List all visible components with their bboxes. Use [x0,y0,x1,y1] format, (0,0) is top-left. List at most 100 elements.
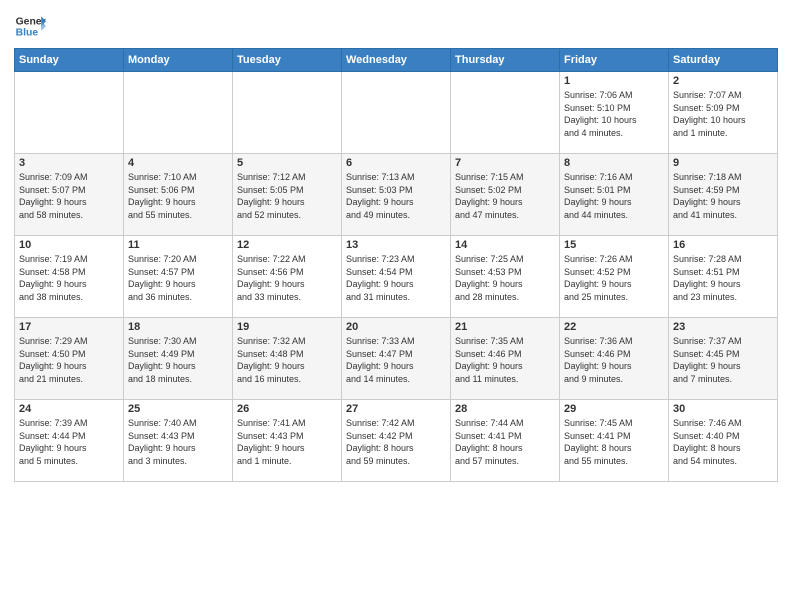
calendar-cell: 12 Sunrise: 7:22 AM Sunset: 4:56 PM Dayli… [233,236,342,318]
day-info: Sunrise: 7:25 AM Sunset: 4:53 PM Dayligh… [455,253,555,303]
calendar-cell: 14 Sunrise: 7:25 AM Sunset: 4:53 PM Dayli… [451,236,560,318]
day-info: Sunrise: 7:45 AM Sunset: 4:41 PM Dayligh… [564,417,664,467]
calendar-cell: 7Sunrise: 7:15 AM Sunset: 5:02 PM Daylig… [451,154,560,236]
calendar-cell: 3Sunrise: 7:09 AM Sunset: 5:07 PM Daylig… [15,154,124,236]
calendar-cell: 21 Sunrise: 7:35 AM Sunset: 4:46 PM Dayli… [451,318,560,400]
weekday-header: Tuesday [233,49,342,72]
calendar-header-row: SundayMondayTuesdayWednesdayThursdayFrid… [15,49,778,72]
calendar-cell: 10Sunrise: 7:19 AM Sunset: 4:58 PM Dayli… [15,236,124,318]
day-info: Sunrise: 7:13 AM Sunset: 5:03 PM Dayligh… [346,171,446,221]
calendar-week-row: 1 Sunrise: 7:06 AM Sunset: 5:10 PM Daylig… [15,72,778,154]
page: General Blue SundayMondayTuesdayWednesda… [0,0,792,612]
calendar-cell: 24Sunrise: 7:39 AM Sunset: 4:44 PM Dayli… [15,400,124,482]
calendar-cell: 28 Sunrise: 7:44 AM Sunset: 4:41 PM Dayli… [451,400,560,482]
calendar-cell [342,72,451,154]
calendar-week-row: 17 Sunrise: 7:29 AM Sunset: 4:50 PM Dayli… [15,318,778,400]
day-info: Sunrise: 7:33 AM Sunset: 4:47 PM Dayligh… [346,335,446,385]
day-number: 2 [673,75,773,87]
day-number: 18 [128,321,228,333]
calendar-cell: 2Sunrise: 7:07 AM Sunset: 5:09 PM Daylig… [669,72,778,154]
calendar-cell [451,72,560,154]
day-number: 9 [673,157,773,169]
day-number: 8 [564,157,664,169]
day-info: Sunrise: 7:20 AM Sunset: 4:57 PM Dayligh… [128,253,228,303]
day-info: Sunrise: 7:44 AM Sunset: 4:41 PM Dayligh… [455,417,555,467]
calendar-cell: 15 Sunrise: 7:26 AM Sunset: 4:52 PM Dayli… [560,236,669,318]
svg-text:Blue: Blue [16,28,39,39]
day-info: Sunrise: 7:12 AM Sunset: 5:05 PM Dayligh… [237,171,337,221]
calendar-week-row: 10Sunrise: 7:19 AM Sunset: 4:58 PM Dayli… [15,236,778,318]
calendar-cell: 16Sunrise: 7:28 AM Sunset: 4:51 PM Dayli… [669,236,778,318]
day-info: Sunrise: 7:29 AM Sunset: 4:50 PM Dayligh… [19,335,119,385]
weekday-header: Saturday [669,49,778,72]
calendar-week-row: 3Sunrise: 7:09 AM Sunset: 5:07 PM Daylig… [15,154,778,236]
calendar-cell: 26 Sunrise: 7:41 AM Sunset: 4:43 PM Dayli… [233,400,342,482]
day-info: Sunrise: 7:30 AM Sunset: 4:49 PM Dayligh… [128,335,228,385]
logo-icon: General Blue [14,10,46,42]
day-number: 1 [564,75,664,87]
calendar-cell: 20 Sunrise: 7:33 AM Sunset: 4:47 PM Dayli… [342,318,451,400]
calendar-cell: 11 Sunrise: 7:20 AM Sunset: 4:57 PM Dayli… [124,236,233,318]
day-number: 21 [455,321,555,333]
day-number: 15 [564,239,664,251]
day-info: Sunrise: 7:22 AM Sunset: 4:56 PM Dayligh… [237,253,337,303]
day-info: Sunrise: 7:36 AM Sunset: 4:46 PM Dayligh… [564,335,664,385]
day-info: Sunrise: 7:42 AM Sunset: 4:42 PM Dayligh… [346,417,446,467]
day-number: 27 [346,403,446,415]
day-number: 22 [564,321,664,333]
calendar-cell: 29 Sunrise: 7:45 AM Sunset: 4:41 PM Dayli… [560,400,669,482]
calendar-cell: 17 Sunrise: 7:29 AM Sunset: 4:50 PM Dayli… [15,318,124,400]
day-number: 29 [564,403,664,415]
day-number: 7 [455,157,555,169]
day-number: 14 [455,239,555,251]
day-info: Sunrise: 7:37 AM Sunset: 4:45 PM Dayligh… [673,335,773,385]
calendar-table: SundayMondayTuesdayWednesdayThursdayFrid… [14,48,778,482]
calendar-cell: 6 Sunrise: 7:13 AM Sunset: 5:03 PM Daylig… [342,154,451,236]
day-info: Sunrise: 7:06 AM Sunset: 5:10 PM Dayligh… [564,89,664,139]
weekday-header: Sunday [15,49,124,72]
day-number: 26 [237,403,337,415]
weekday-header: Monday [124,49,233,72]
day-info: Sunrise: 7:16 AM Sunset: 5:01 PM Dayligh… [564,171,664,221]
day-number: 20 [346,321,446,333]
day-number: 11 [128,239,228,251]
weekday-header: Thursday [451,49,560,72]
calendar-cell: 1 Sunrise: 7:06 AM Sunset: 5:10 PM Daylig… [560,72,669,154]
calendar-cell [15,72,124,154]
calendar-cell: 4 Sunrise: 7:10 AM Sunset: 5:06 PM Daylig… [124,154,233,236]
weekday-header: Friday [560,49,669,72]
calendar-cell: 30 Sunrise: 7:46 AM Sunset: 4:40 PM Dayli… [669,400,778,482]
day-number: 17 [19,321,119,333]
calendar-week-row: 24Sunrise: 7:39 AM Sunset: 4:44 PM Dayli… [15,400,778,482]
day-info: Sunrise: 7:35 AM Sunset: 4:46 PM Dayligh… [455,335,555,385]
day-info: Sunrise: 7:28 AM Sunset: 4:51 PM Dayligh… [673,253,773,303]
day-info: Sunrise: 7:46 AM Sunset: 4:40 PM Dayligh… [673,417,773,467]
day-number: 28 [455,403,555,415]
calendar-cell [233,72,342,154]
day-info: Sunrise: 7:18 AM Sunset: 4:59 PM Dayligh… [673,171,773,221]
day-number: 30 [673,403,773,415]
weekday-header: Wednesday [342,49,451,72]
calendar-cell: 13Sunrise: 7:23 AM Sunset: 4:54 PM Dayli… [342,236,451,318]
day-info: Sunrise: 7:32 AM Sunset: 4:48 PM Dayligh… [237,335,337,385]
calendar-cell: 25 Sunrise: 7:40 AM Sunset: 4:43 PM Dayli… [124,400,233,482]
day-number: 4 [128,157,228,169]
day-number: 19 [237,321,337,333]
day-info: Sunrise: 7:26 AM Sunset: 4:52 PM Dayligh… [564,253,664,303]
calendar-cell: 19 Sunrise: 7:32 AM Sunset: 4:48 PM Dayli… [233,318,342,400]
day-number: 25 [128,403,228,415]
calendar-cell: 5Sunrise: 7:12 AM Sunset: 5:05 PM Daylig… [233,154,342,236]
day-info: Sunrise: 7:41 AM Sunset: 4:43 PM Dayligh… [237,417,337,467]
calendar-cell: 9 Sunrise: 7:18 AM Sunset: 4:59 PM Daylig… [669,154,778,236]
day-number: 13 [346,239,446,251]
day-number: 6 [346,157,446,169]
logo: General Blue [14,10,46,42]
day-info: Sunrise: 7:40 AM Sunset: 4:43 PM Dayligh… [128,417,228,467]
day-number: 12 [237,239,337,251]
day-info: Sunrise: 7:10 AM Sunset: 5:06 PM Dayligh… [128,171,228,221]
day-number: 23 [673,321,773,333]
calendar-cell: 8 Sunrise: 7:16 AM Sunset: 5:01 PM Daylig… [560,154,669,236]
calendar-cell: 18 Sunrise: 7:30 AM Sunset: 4:49 PM Dayli… [124,318,233,400]
day-number: 10 [19,239,119,251]
calendar-cell: 27 Sunrise: 7:42 AM Sunset: 4:42 PM Dayli… [342,400,451,482]
